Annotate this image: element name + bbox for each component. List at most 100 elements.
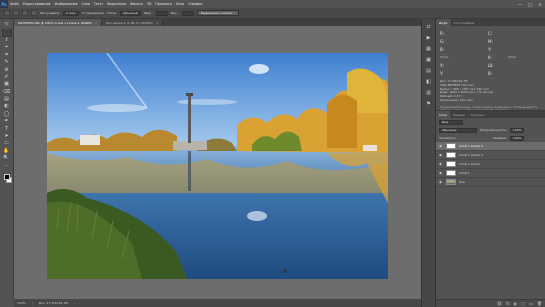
visibility-eye-icon[interactable]: ◉ [438,144,443,148]
tab-close-icon[interactable]: × [156,21,159,25]
document-image[interactable] [47,53,388,279]
new-layer-icon[interactable]: ▭ [529,301,533,306]
path-selection-tool-icon[interactable]: ➤ [2,133,12,140]
subtract-selection-icon[interactable] [31,10,37,16]
delete-layer-icon[interactable]: 🗑 [537,301,542,306]
hand-tool-icon[interactable]: ✋ [2,148,12,155]
menu-select[interactable]: Выделение [105,2,128,6]
menu-image[interactable]: Изображение [53,2,80,6]
healing-brush-tool-icon[interactable]: ⊕ [2,66,12,73]
layer-name: Слой 1 [459,171,470,175]
menu-3d[interactable]: 3D [145,2,153,6]
width-input[interactable] [155,10,168,16]
tab-close-icon[interactable]: × [95,21,98,25]
visibility-eye-icon[interactable]: ◉ [438,180,443,184]
visibility-eye-icon[interactable]: ◉ [438,171,443,175]
layer-kind-filter[interactable]: Вид [439,119,463,125]
info-w-label: Ш: [488,63,494,68]
smoothing-checkbox[interactable]: Сглаживание [82,11,103,15]
zoom-tool-icon[interactable]: 🔍 [2,155,12,162]
menu-file[interactable]: Файл [8,2,21,6]
adjustment-layer-icon[interactable]: ◐ [514,301,518,306]
tab-channels[interactable]: Каналы [450,111,468,118]
new-selection-icon[interactable] [13,10,19,16]
pen-tool-icon[interactable]: ✒ [2,118,12,125]
blend-mode-select[interactable]: Обычные [439,127,477,133]
info-doc-line: Разрешение: 240 пикс [440,97,473,102]
tab-dsc00554[interactable]: DSC00554.JPG @ 100% (Слой 1 копия 2, RGB… [14,19,103,26]
options-bar: Растушевка: 0 пикс Сглаживание Стиль: Об… [0,8,545,19]
eraser-tool-icon[interactable]: ⌫ [2,89,12,96]
style-select[interactable]: Обычный [120,10,141,16]
status-menu-arrow-icon[interactable]: › [74,301,75,305]
menu-view[interactable]: Просмотр [153,2,173,6]
layer-row[interactable]: ◉ Слой 1 [436,169,545,178]
marquee-tool-icon[interactable]: ⬚ [1,29,12,37]
add-selection-icon[interactable] [22,10,28,16]
menu-layers[interactable]: Слои [80,2,92,6]
layer-row[interactable]: ◉ Слой 1 копия 2 [436,151,545,160]
opacity-label: Непрозрачность: [480,128,507,132]
layer-style-icon[interactable]: fx [506,301,510,306]
tab-paths[interactable]: Контуры [468,111,488,118]
menu-window[interactable]: Окно [174,2,186,6]
menu-help[interactable]: Справка [186,2,204,6]
layer-thumbnail [446,152,456,158]
expand-panels-icon[interactable]: ⇄ [425,23,433,31]
quick-select-tool-icon[interactable]: ⌖ [2,44,12,51]
move-tool-icon[interactable]: ⤧ [2,22,12,29]
swatches-panel-icon[interactable]: ▦ [425,45,433,53]
visibility-eye-icon[interactable]: ◉ [438,153,443,157]
dodge-tool-icon[interactable]: ◐ [2,103,12,110]
notes-panel-icon[interactable]: ⚑ [425,100,433,108]
styles-panel-icon[interactable]: ▥ [425,89,433,97]
new-group-icon[interactable]: ▢ [521,301,525,306]
info-panel-body: R: C: G: M: B: Y: 8-бит K: 8-бит X: Ш: Y… [436,26,545,116]
eyedropper-tool-icon[interactable]: ✎ [2,59,12,66]
foreground-color-swatch[interactable] [3,173,10,180]
zoom-level[interactable]: 100% [17,301,26,305]
tab-untitled-1[interactable]: Без имени-1 @ 66,7% (RGB/8) × [102,19,164,26]
adjustments-panel-icon[interactable]: ▤ [425,67,433,75]
layer-row[interactable]: ◉ Слой 1 копия 3 [436,142,545,151]
layer-row[interactable]: ◉ Слой 1 копия [436,160,545,169]
menu-filter[interactable]: Фильтр [128,2,145,6]
tab-layers[interactable]: Слои [436,111,450,118]
marquee-tool-preset-icon[interactable] [4,10,10,16]
gradient-tool-icon[interactable]: ▤ [2,96,12,103]
link-layers-icon[interactable]: ⛓ [497,301,502,306]
lock-fill-row: Закрепить: Заливка: 100% [436,134,545,142]
lasso-tool-icon[interactable]: ℓ [2,37,12,44]
canvas-area[interactable] [14,26,421,299]
info-h-label: В: [488,71,493,76]
height-input[interactable] [181,10,194,16]
tab-info[interactable]: Инфо [436,19,451,26]
fill-input[interactable]: 100% [509,135,525,141]
close-icon[interactable]: ✕ [535,0,545,8]
libraries-panel-icon[interactable]: ▣ [425,56,433,64]
menu-edit[interactable]: Редактирование [21,2,53,6]
brush-tool-icon[interactable]: ✐ [2,74,12,81]
more-tools-icon[interactable]: ⋯ [2,162,12,169]
layer-filter-row: Вид [436,118,545,126]
layer-row[interactable]: ◉ Фон [436,178,545,187]
feather-input[interactable]: 0 пикс [62,10,80,16]
tab-histogram[interactable]: Гистограмма [451,19,478,26]
type-tool-icon[interactable]: T [2,125,12,132]
blur-tool-icon[interactable]: ◯ [2,111,12,118]
select-and-mask-button[interactable]: Выделение и маска... [196,10,239,16]
minimize-icon[interactable]: — [515,0,525,8]
tools-panel: ⤧ ⬚ ℓ ⌖ ⌗ ✎ ⊕ ✐ ▣ ⌫ ▤ ◐ ◯ ✒ T ➤ ▭ ✋ 🔍 ⋯ [0,19,14,299]
clone-stamp-tool-icon[interactable]: ▣ [2,81,12,88]
rectangle-tool-icon[interactable]: ▭ [2,140,12,147]
actions-panel-icon[interactable]: ▶ [425,34,433,42]
info-panel-tabs: Инфо Гистограмма [436,19,545,26]
crop-tool-icon[interactable]: ⌗ [2,52,12,59]
properties-panel-icon[interactable]: ◧ [425,78,433,86]
layer-thumbnail [446,179,456,185]
layers-panel-tabs: Слои Каналы Контуры [436,111,545,118]
opacity-input[interactable]: 100% [509,127,525,133]
maximize-icon[interactable]: □ [525,0,535,8]
visibility-eye-icon[interactable]: ◉ [438,162,443,166]
menu-type[interactable]: Текст [92,2,105,6]
